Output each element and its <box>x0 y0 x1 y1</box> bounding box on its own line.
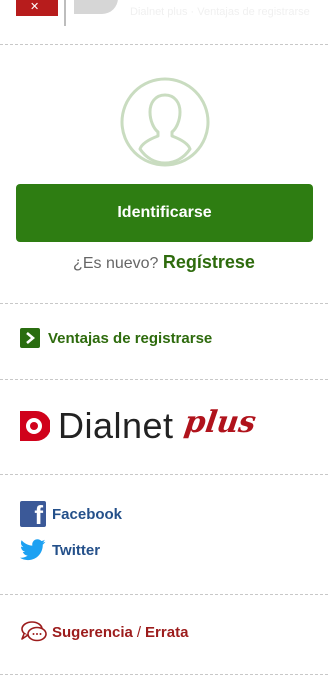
divider <box>0 594 328 595</box>
suggestion-link[interactable]: Sugerencia <box>52 624 133 641</box>
facebook-link[interactable]: Facebook <box>52 506 122 523</box>
twitter-icon <box>20 539 46 561</box>
divider <box>0 379 328 380</box>
feedback-row: Sugerencia / Errata <box>20 620 188 644</box>
speech-bubble-icon <box>21 621 47 642</box>
facebook-icon: f <box>20 501 46 527</box>
institution-logo[interactable]: ✕ <box>16 0 58 16</box>
register-link[interactable]: Regístrese <box>163 252 255 272</box>
dialnet-word: Dialnet <box>58 405 174 446</box>
divider <box>0 474 328 475</box>
twitter-link[interactable]: Twitter <box>52 542 100 559</box>
erratum-link[interactable]: Errata <box>145 624 188 641</box>
logo-divider <box>64 0 66 26</box>
partner-logo[interactable] <box>74 0 118 14</box>
advantages-link[interactable]: Ventajas de registrarse <box>48 330 212 347</box>
advantages-link-row[interactable]: Ventajas de registrarse <box>20 328 212 348</box>
register-question: ¿Es nuevo? <box>73 255 159 272</box>
feedback-separator: / <box>136 623 142 641</box>
login-button[interactable]: Identificarse <box>16 184 313 242</box>
divider <box>0 44 328 45</box>
header-faint-text: Dialnet plus · Ventajas de registrarse <box>130 6 310 18</box>
register-line: ¿Es nuevo? Regístrese <box>0 252 328 273</box>
dialnet-plus-logo[interactable]: Dialnet plus <box>16 404 258 447</box>
social-facebook[interactable]: f Facebook <box>20 501 122 527</box>
user-avatar-icon <box>120 77 210 167</box>
chevron-right-icon <box>20 328 40 348</box>
dialnet-plus-word: plus <box>181 404 258 440</box>
social-twitter[interactable]: Twitter <box>20 539 100 561</box>
top-logos: ✕ Dialnet plus · Ventajas de registrarse <box>0 0 328 26</box>
dialnet-mark-icon <box>20 411 50 441</box>
divider <box>0 303 328 304</box>
divider <box>0 674 328 675</box>
